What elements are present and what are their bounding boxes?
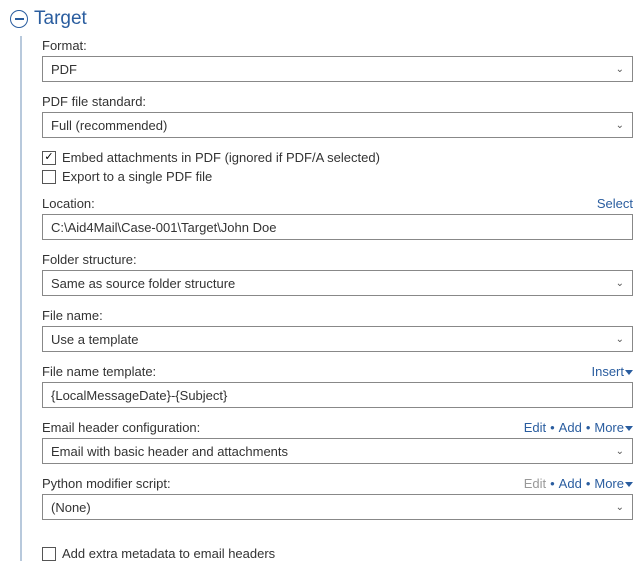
separator: • (586, 420, 591, 435)
location-select-link[interactable]: Select (597, 196, 633, 211)
section-body: Format: PDF ⌄ PDF file standard: Full (r… (20, 36, 633, 561)
export-single-checkbox[interactable] (42, 170, 56, 184)
email-header-edit-link[interactable]: Edit (524, 420, 546, 435)
file-name-template-group: File name template: Insert {LocalMessage… (42, 364, 633, 408)
folder-structure-group: Folder structure: Same as source folder … (42, 252, 633, 296)
dropdown-icon (625, 370, 633, 375)
section-title: Target (34, 8, 87, 30)
python-modifier-select[interactable]: (None) ⌄ (42, 494, 633, 520)
chevron-down-icon: ⌄ (616, 502, 624, 513)
add-extra-metadata-label: Add extra metadata to email headers (62, 546, 275, 561)
file-name-template-insert-link[interactable]: Insert (591, 364, 633, 379)
dropdown-icon (625, 426, 633, 431)
pdf-standard-label: PDF file standard: (42, 94, 146, 109)
chevron-down-icon: ⌄ (616, 64, 624, 75)
format-select[interactable]: PDF ⌄ (42, 56, 633, 82)
email-header-config-group: Email header configuration: Edit • Add •… (42, 420, 633, 464)
python-modifier-more-link[interactable]: More (594, 476, 633, 491)
folder-structure-value: Same as source folder structure (51, 276, 235, 291)
email-header-config-select[interactable]: Email with basic header and attachments … (42, 438, 633, 464)
location-input[interactable]: C:\Aid4Mail\Case-001\Target\John Doe (42, 214, 633, 240)
python-modifier-actions: Edit • Add • More (524, 476, 633, 491)
embed-attachments-label: Embed attachments in PDF (ignored if PDF… (62, 150, 380, 165)
email-header-add-link[interactable]: Add (559, 420, 582, 435)
python-modifier-value: (None) (51, 500, 91, 515)
separator: • (586, 476, 591, 491)
folder-structure-label: Folder structure: (42, 252, 137, 267)
section-header: Target (10, 8, 633, 30)
pdf-standard-value: Full (recommended) (51, 118, 167, 133)
python-modifier-label: Python modifier script: (42, 476, 171, 491)
format-group: Format: PDF ⌄ (42, 38, 633, 82)
more-text: More (594, 476, 624, 491)
pdf-standard-group: PDF file standard: Full (recommended) ⌄ (42, 94, 633, 138)
file-name-template-label: File name template: (42, 364, 156, 379)
email-header-config-label: Email header configuration: (42, 420, 200, 435)
file-name-group: File name: Use a template ⌄ (42, 308, 633, 352)
chevron-down-icon: ⌄ (616, 334, 624, 345)
collapse-icon[interactable] (10, 10, 28, 28)
location-value: C:\Aid4Mail\Case-001\Target\John Doe (51, 220, 276, 235)
embed-attachments-checkbox[interactable]: ✓ (42, 151, 56, 165)
python-modifier-group: Python modifier script: Edit • Add • Mor… (42, 476, 633, 520)
location-group: Location: Select C:\Aid4Mail\Case-001\Ta… (42, 196, 633, 240)
format-label: Format: (42, 38, 87, 53)
file-name-template-value: {LocalMessageDate}-{Subject} (51, 388, 227, 403)
file-name-value: Use a template (51, 332, 138, 347)
separator: • (550, 476, 555, 491)
add-extra-metadata-checkbox[interactable] (42, 547, 56, 561)
chevron-down-icon: ⌄ (616, 278, 624, 289)
separator: • (550, 420, 555, 435)
email-header-more-link[interactable]: More (594, 420, 633, 435)
dropdown-icon (625, 482, 633, 487)
chevron-down-icon: ⌄ (616, 120, 624, 131)
email-header-config-value: Email with basic header and attachments (51, 444, 288, 459)
chevron-down-icon: ⌄ (616, 446, 624, 457)
email-header-config-actions: Edit • Add • More (524, 420, 633, 435)
file-name-select[interactable]: Use a template ⌄ (42, 326, 633, 352)
python-modifier-edit-link: Edit (524, 476, 546, 491)
export-single-label: Export to a single PDF file (62, 169, 212, 184)
python-modifier-add-link[interactable]: Add (559, 476, 582, 491)
insert-text: Insert (591, 364, 624, 379)
file-name-label: File name: (42, 308, 103, 323)
pdf-standard-select[interactable]: Full (recommended) ⌄ (42, 112, 633, 138)
file-name-template-input[interactable]: {LocalMessageDate}-{Subject} (42, 382, 633, 408)
more-text: More (594, 420, 624, 435)
add-extra-metadata-row[interactable]: Add extra metadata to email headers (42, 546, 633, 561)
pdf-options-checkboxes: ✓ Embed attachments in PDF (ignored if P… (42, 150, 633, 184)
folder-structure-select[interactable]: Same as source folder structure ⌄ (42, 270, 633, 296)
embed-attachments-row[interactable]: ✓ Embed attachments in PDF (ignored if P… (42, 150, 633, 165)
export-single-row[interactable]: Export to a single PDF file (42, 169, 633, 184)
format-value: PDF (51, 62, 77, 77)
location-label: Location: (42, 196, 95, 211)
